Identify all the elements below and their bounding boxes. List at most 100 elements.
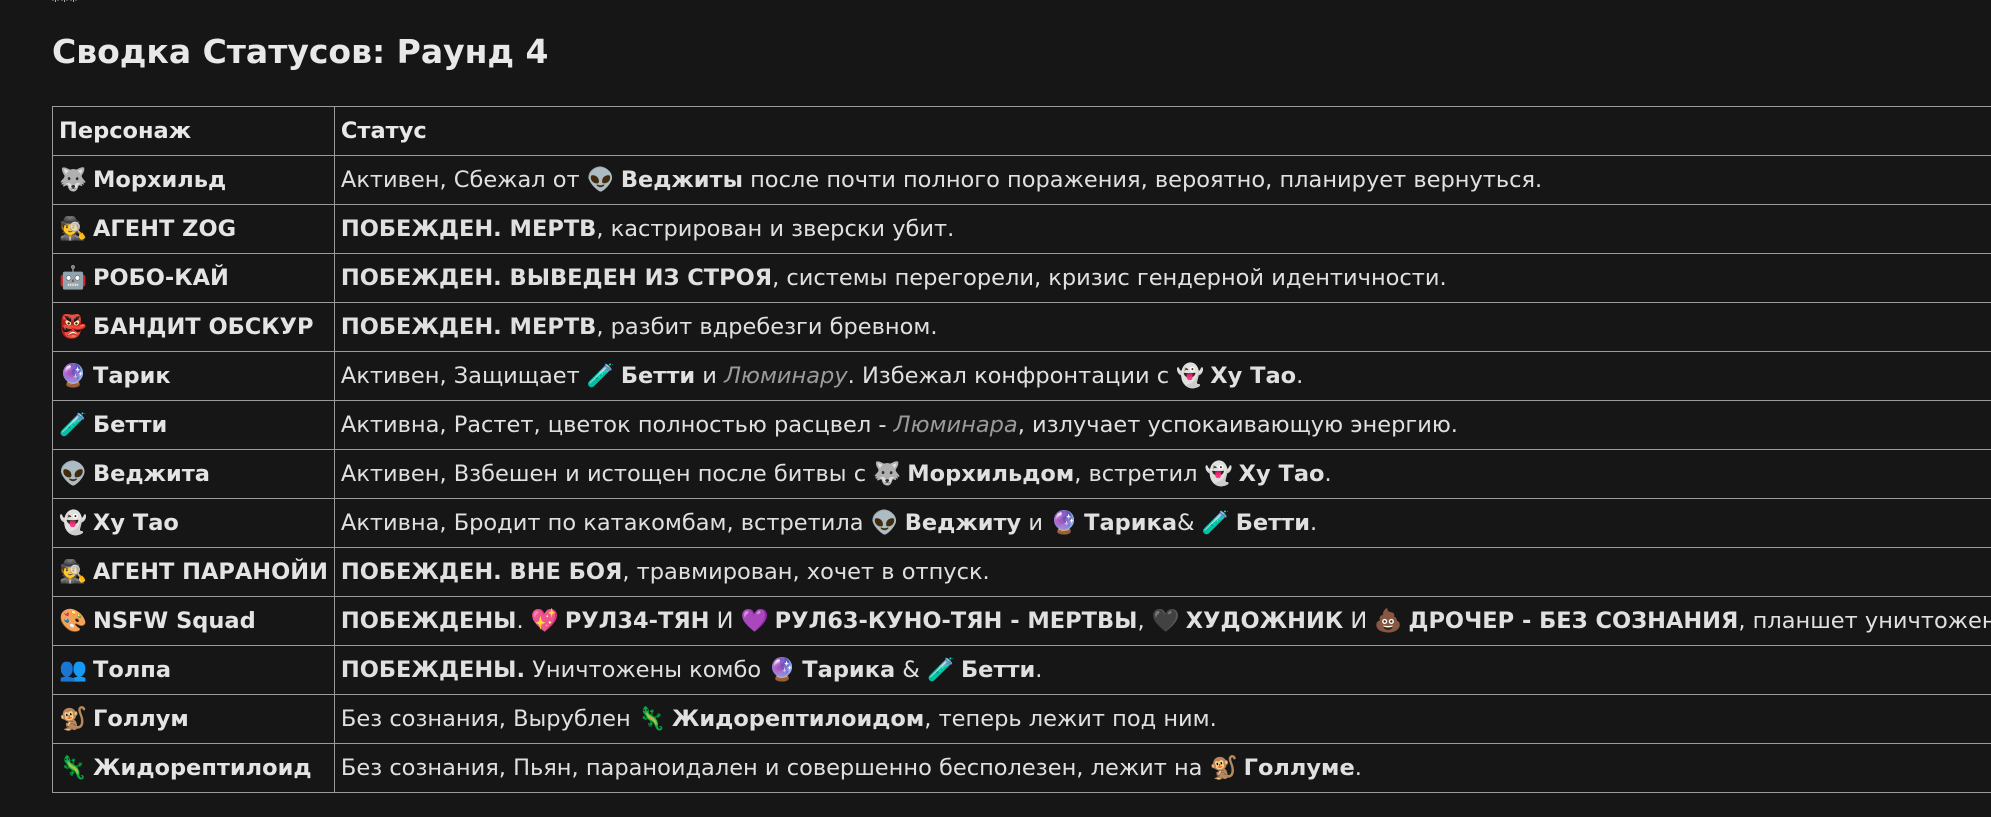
status-text: и	[1021, 510, 1051, 536]
status-cell: ПОБЕЖДЕН. МЕРТВ, кастрирован и зверски у…	[333, 204, 1991, 254]
status-emoji-icon: 🧪	[586, 363, 615, 389]
status-text: Активен, Взбешен и истощен после битвы с	[340, 461, 874, 487]
character-name: Тарик	[93, 363, 171, 389]
status-cell: Активен, Сбежал от 👽 Веджиты после почти …	[333, 155, 1991, 205]
status-text: , встретил	[1074, 461, 1205, 487]
status-bold-text: ДРОЧЕР - БЕЗ СОЗНАНИЯ	[1408, 608, 1739, 634]
character-cell: 👽 Веджита	[52, 449, 335, 499]
status-text: , излучает успокаивающую энергию.	[1017, 412, 1458, 438]
status-bold-text: ПОБЕЖДЕН. ВНЕ БОЯ	[340, 559, 623, 585]
character-icon: 🧪	[59, 412, 88, 438]
status-cell: ПОБЕЖДЕН. ВНЕ БОЯ, травмирован, хочет в …	[333, 547, 1991, 597]
table-row: 🧪 Бетти Активна, Растет, цветок полностью …	[52, 400, 1991, 450]
character-cell: 👺 БАНДИТ ОБСКУР	[52, 302, 335, 352]
character-cell: 🐒 Голлум	[52, 694, 335, 744]
character-name: БАНДИТ ОБСКУР	[93, 314, 314, 340]
status-cell: ПОБЕЖДЕНЫ. 💖 РУЛ34-ТЯН И 💜 РУЛ63-КУНО-ТЯН …	[333, 596, 1991, 646]
status-emoji-icon: 👽	[586, 167, 615, 193]
character-icon: 🎨	[59, 608, 88, 634]
character-icon: 🐒	[59, 706, 88, 732]
table-row: 👻 Ху Тао Активна, Бродит по катакомбам, вс…	[52, 498, 1991, 548]
table-row: 👺 БАНДИТ ОБСКУР ПОБЕЖДЕН. МЕРТВ, разбит вд…	[52, 302, 1991, 352]
top-text-fragment: ***	[52, 0, 79, 10]
status-emoji-icon: 🧪	[927, 657, 956, 683]
status-text: , планшет уничтожен.	[1738, 608, 1991, 634]
character-icon: 🕵️	[59, 216, 88, 242]
status-text: Активна, Бродит по катакомбам, встретила	[340, 510, 871, 536]
header-character: Персонаж	[52, 106, 335, 156]
status-text: , кастрирован и зверски убит.	[596, 216, 955, 242]
status-text: Активна, Растет, цветок полностью расцве…	[340, 412, 894, 438]
character-cell: 👥 Толпа	[52, 645, 335, 695]
status-text: ,	[1137, 608, 1152, 634]
status-text: после почти полного поражения, вероятно,…	[742, 167, 1543, 193]
status-cell: Без сознания, Вырублен 🦎 Жидорептилоидом,…	[333, 694, 1991, 744]
status-bold-text: ПОБЕЖДЕНЫ	[340, 608, 517, 634]
table-row: 👥 Толпа ПОБЕЖДЕНЫ. Уничтожены комбо 🔮 Тарик…	[52, 645, 1991, 695]
status-bold-text: Ху Тао	[1210, 363, 1297, 389]
character-cell: 🕵️ АГЕНТ ZOG	[52, 204, 335, 254]
status-bold-text: Тарика	[802, 657, 896, 683]
status-cell: ПОБЕЖДЕН. ВЫВЕДЕН ИЗ СТРОЯ, системы пере…	[333, 253, 1991, 303]
status-text: , теперь лежит под ним.	[924, 706, 1217, 732]
status-cell: Активен, Защищает 🧪 Бетти и Люминару. Изб…	[333, 351, 1991, 401]
status-emoji-icon: 👻	[1204, 461, 1233, 487]
character-icon: 👽	[59, 461, 88, 487]
character-icon: 🤖	[59, 265, 88, 291]
status-bold-text: Бетти	[961, 657, 1036, 683]
status-text: И	[1343, 608, 1375, 634]
character-cell: 🤖 РОБО-КАЙ	[52, 253, 335, 303]
status-table: Персонаж Статус 🐺 Морхильд Активен, Сбежал…	[52, 106, 1991, 793]
character-icon: 🕵️	[59, 559, 88, 585]
status-text: .	[1296, 363, 1304, 389]
status-bold-text: Тарика	[1084, 510, 1177, 536]
status-bold-text: РУЛ63-КУНО-ТЯН - МЕРТВЫ	[774, 608, 1138, 634]
status-bold-text: Веджиту	[904, 510, 1022, 536]
table-row: 🕵️ АГЕНТ ПАРАНОЙИ ПОБЕЖДЕН. ВНЕ БОЯ, травм…	[52, 547, 1991, 597]
page-title: Сводка Статусов: Раунд 4	[52, 32, 549, 71]
status-bold-text: ПОБЕЖДЕН. МЕРТВ	[340, 314, 597, 340]
status-emoji-icon: 🖤	[1151, 608, 1180, 634]
character-name: Веджита	[93, 461, 210, 487]
character-name: Голлум	[93, 706, 189, 732]
status-bold-text: Жидорептилоидом	[671, 706, 925, 732]
status-bold-text: Бетти	[1235, 510, 1310, 536]
character-cell: 🎨 NSFW Squad	[52, 596, 335, 646]
table-row: 🦎 Жидорептилоид Без сознания, Пьян, парано…	[52, 743, 1991, 793]
status-bold-text: РУЛ34-ТЯН	[564, 608, 710, 634]
status-cell: Активна, Растет, цветок полностью расцве…	[333, 400, 1991, 450]
header-status: Статус	[333, 106, 1991, 156]
character-cell: 🕵️ АГЕНТ ПАРАНОЙИ	[52, 547, 335, 597]
status-emoji-icon: 🔮	[1050, 510, 1079, 536]
status-emoji-icon: 👽	[870, 510, 899, 536]
status-italic-text: Люминару	[724, 363, 848, 389]
status-text: И	[709, 608, 741, 634]
character-icon: 🔮	[59, 363, 88, 389]
character-name: Толпа	[93, 657, 172, 683]
character-name: NSFW Squad	[93, 608, 256, 634]
status-text: .	[1354, 755, 1362, 781]
character-cell: 🦎 Жидорептилоид	[52, 743, 335, 793]
character-icon: 👻	[59, 510, 88, 536]
status-text: . Избежал конфронтации с	[847, 363, 1177, 389]
status-text: Без сознания, Пьян, параноидален и совер…	[340, 755, 1210, 781]
status-bold-text: ХУДОЖНИК	[1185, 608, 1344, 634]
status-bold-text: Веджиты	[620, 167, 743, 193]
character-icon: 🐺	[59, 167, 88, 193]
status-bold-text: ПОБЕЖДЕН. ВЫВЕДЕН ИЗ СТРОЯ	[340, 265, 773, 291]
character-name: РОБО-КАЙ	[93, 265, 229, 291]
character-icon: 👥	[59, 657, 88, 683]
character-name: Морхильд	[93, 167, 227, 193]
status-bold-text: ПОБЕЖДЕНЫ.	[340, 657, 526, 683]
character-name: Жидорептилоид	[93, 755, 312, 781]
status-text: .	[516, 608, 531, 634]
character-icon: 👺	[59, 314, 88, 340]
status-bold-text: Ху Тао	[1238, 461, 1325, 487]
status-emoji-icon: 🧪	[1201, 510, 1230, 536]
table-header-row: Персонаж Статус	[52, 106, 1991, 156]
character-icon: 🦎	[59, 755, 88, 781]
table-row: 🎨 NSFW Squad ПОБЕЖДЕНЫ. 💖 РУЛ34-ТЯН И 💜 РУЛ6…	[52, 596, 1991, 646]
status-text: .	[1309, 510, 1318, 536]
status-text: и	[695, 363, 725, 389]
status-text: Без сознания, Вырублен	[340, 706, 638, 732]
